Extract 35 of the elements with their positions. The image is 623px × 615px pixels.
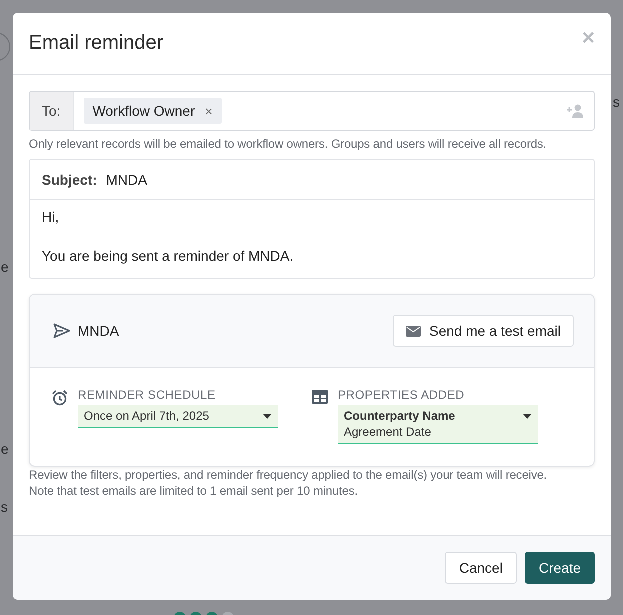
add-user-icon[interactable] bbox=[566, 104, 584, 118]
property-item: Counterparty Name bbox=[344, 409, 456, 423]
properties-label: PROPERTIES ADDED bbox=[338, 388, 466, 402]
note-text: Review the filters, properties, and reminder frequency applied to the email(s) your team will receive. bbox=[29, 467, 548, 483]
property-item: Agreement Date bbox=[344, 425, 432, 439]
schedule-label: REMINDER SCHEDULE bbox=[78, 388, 217, 402]
alarm-clock-icon bbox=[52, 390, 68, 406]
cancel-button[interactable]: Cancel bbox=[445, 552, 517, 584]
background-text: s bbox=[1, 499, 8, 515]
background-text: e bbox=[1, 441, 9, 457]
progress-dots-icon bbox=[174, 610, 236, 615]
subject-text: MNDA bbox=[106, 172, 148, 188]
schedule-dropdown[interactable]: Once on April 7th, 2025 bbox=[78, 405, 278, 428]
remove-button[interactable]: × bbox=[205, 104, 213, 118]
create-button[interactable]: Create bbox=[524, 552, 595, 584]
note-text: Note that test emails are limited to 1 email sent per 10 minutes. bbox=[29, 483, 359, 499]
caret-icon bbox=[523, 414, 532, 419]
caret-icon bbox=[263, 414, 272, 418]
send-icon bbox=[53, 323, 71, 339]
email-body-text: You are being sent a reminder of MNDA. bbox=[42, 247, 295, 266]
chip-label: Workflow Owner bbox=[92, 103, 196, 119]
email-body-text: Hi, bbox=[42, 208, 60, 227]
dialog-title: Email reminder bbox=[29, 32, 164, 55]
background-text: e bbox=[1, 259, 9, 275]
send-test-email-button[interactable]: Send me a test email bbox=[393, 315, 574, 347]
subject-label: Subject: bbox=[42, 172, 98, 188]
reminder-name: MNDA bbox=[78, 323, 120, 339]
table-icon bbox=[312, 390, 328, 404]
to-label: To: bbox=[30, 92, 74, 130]
avatar-outline-icon bbox=[0, 31, 12, 63]
recipients-hint: Only relevant records will be emailed to workflow owners. Groups and users will receive all records. bbox=[29, 137, 548, 151]
background-text: s bbox=[613, 94, 620, 110]
properties-dropdown[interactable]: Counterparty Name Agreement Date bbox=[338, 405, 538, 444]
recipients-field[interactable]: To: Workflow Owner × bbox=[29, 91, 595, 131]
envelope-icon bbox=[406, 326, 422, 336]
